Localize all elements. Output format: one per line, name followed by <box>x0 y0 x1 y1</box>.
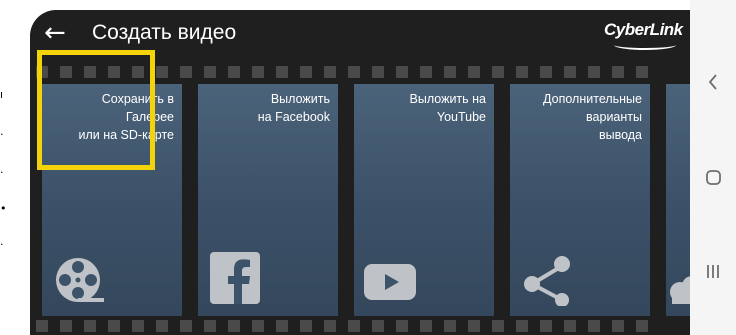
output-option-more[interactable]: Дополнительные варианты вывода <box>510 84 650 316</box>
rounded-square-icon <box>706 170 721 185</box>
nav-back-button[interactable] <box>690 70 736 99</box>
chevron-left-icon <box>708 74 717 90</box>
page-title: Создать видео <box>92 21 237 44</box>
nav-recents-button[interactable] <box>690 260 736 289</box>
recent-apps-icon <box>707 265 719 278</box>
output-option-facebook[interactable]: Выложить на Facebook <box>198 84 338 316</box>
share-icon <box>524 256 570 306</box>
film-reel-icon <box>56 258 104 302</box>
film-sprockets-bottom <box>30 320 690 334</box>
left-glyph: ı <box>0 88 4 101</box>
back-button[interactable]: ← <box>44 18 66 48</box>
left-glyph: · <box>0 166 4 179</box>
cloud-icon <box>670 276 690 304</box>
nav-home-button[interactable] <box>690 166 736 195</box>
card-label: Дополнительные варианты вывода <box>543 92 642 142</box>
system-nav-bar <box>690 0 736 335</box>
youtube-icon <box>364 264 416 300</box>
cyberlink-logo: CyberLink <box>604 20 683 39</box>
facebook-icon <box>210 252 260 304</box>
highlight-box <box>37 50 155 170</box>
card-label: Выложить на YouTube <box>409 92 486 124</box>
output-option-cloud[interactable] <box>666 84 690 316</box>
left-glyph: • <box>0 202 7 215</box>
left-glyph: · <box>0 238 4 251</box>
left-margin-strip: ı · · • · <box>0 0 30 335</box>
logo-swoosh <box>614 40 676 50</box>
card-label: Выложить на Facebook <box>257 92 330 124</box>
left-glyph: · <box>0 128 4 141</box>
arrow-left-icon: ← <box>44 18 66 48</box>
output-option-youtube[interactable]: Выложить на YouTube <box>354 84 494 316</box>
